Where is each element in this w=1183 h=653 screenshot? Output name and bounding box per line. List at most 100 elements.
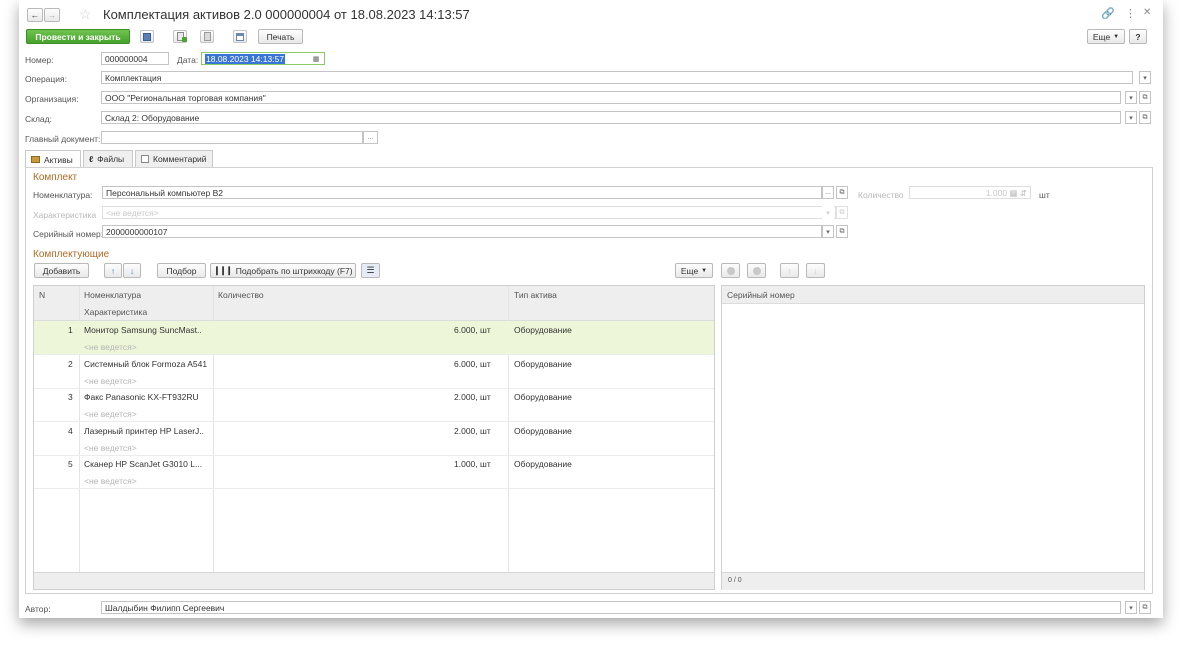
number-label: Номер: [25,55,54,65]
list-icon: ☰ [366,265,375,275]
row-characteristic: <не ведется> [84,342,137,352]
kit-serial-open-button[interactable]: ⧉ [836,225,848,238]
date-field[interactable]: 18.08.2023 14:13:57 [201,52,325,65]
table-row[interactable]: 2 Системный блок Formoza A541 <не ведетс… [34,355,714,389]
unpost-button[interactable] [200,30,214,43]
date-picker-button[interactable]: ▦ [310,52,322,65]
post-and-close-button[interactable]: Провести и закрыть [26,29,130,44]
kit-nomenclature-open-button[interactable]: ⧉ [836,186,848,199]
organization-dropdown-button[interactable]: ▾ [1125,91,1137,104]
col-characteristic-header[interactable]: Характеристика [84,307,147,317]
col-asset-type-header[interactable]: Тип актива [514,290,557,300]
row-characteristic: <не ведется> [84,476,137,486]
components-section-title: Комплектующие [33,249,110,260]
row-asset-type: Оборудование [514,426,572,436]
row-quantity: 2.000, шт [454,426,491,436]
date-value: 18.08.2023 14:13:57 [205,54,285,64]
calendar-icon [236,32,244,41]
comment-icon [141,155,149,163]
author-dropdown-button[interactable]: ▾ [1125,601,1137,614]
warehouse-field[interactable]: Склад 2: Оборудование [101,111,1121,124]
move-up-button[interactable]: ↑ [104,263,122,278]
number-field[interactable]: 000000004 [101,52,169,65]
kit-characteristic-label: Характеристика [33,210,97,220]
kit-serial-field[interactable]: 2000000000107 [102,225,822,238]
row-nomenclature: Факс Panasonic KX-FT932RU [84,392,199,402]
link-icon[interactable]: 🔗 [1101,7,1115,20]
warehouse-open-button[interactable]: ⧉ [1139,111,1151,124]
print-button[interactable]: Печать [258,29,303,44]
list-view-toggle[interactable]: ☰ [361,263,380,278]
arrow-up-icon: ↑ [787,265,792,276]
author-label: Автор: [25,604,51,614]
warehouse-dropdown-button[interactable]: ▾ [1125,111,1137,124]
main-document-field[interactable] [101,131,363,144]
operation-field[interactable]: Комплектация [101,71,1133,84]
row-quantity: 6.000, шт [454,359,491,369]
components-more-button[interactable]: Еще ▼ [675,263,713,278]
window-title: Комплектация активов 2.0 000000004 от 18… [103,7,470,22]
chevron-down-icon: ▾ [826,209,830,217]
row-asset-type: Оборудование [514,359,572,369]
tab-files[interactable]: ℓ Файлы [83,150,133,167]
kit-characteristic-field: <не ведется> [102,206,836,219]
calculator-icon: ▦ [1009,188,1018,198]
col-serial-header[interactable]: Серийный номер [727,290,795,300]
help-button[interactable]: ? [1129,29,1147,44]
move-down-button[interactable]: ↓ [123,263,141,278]
kit-quantity-label: Количество [858,190,904,200]
row-characteristic: <не ведется> [84,443,137,453]
open-link-icon: ⧉ [839,208,845,216]
kit-section-title: Комплект [33,172,78,183]
calendar-button[interactable] [233,30,247,43]
kit-nomenclature-field[interactable]: Персональный компьютер B2 [102,186,822,199]
back-button[interactable]: ← [27,8,43,22]
pick-by-barcode-button[interactable]: ❙❙❙ Подобрать по штрихкоду (F7) [210,263,356,278]
chevron-down-icon: ▾ [1129,94,1133,102]
stepper-icon: ⇵ [1019,188,1027,198]
post-button[interactable] [173,30,187,43]
serials-table[interactable]: Серийный номер 0 / 0 [721,285,1145,590]
organization-field[interactable]: ООО "Региональная торговая компания" [101,91,1121,104]
window-menu-icon[interactable]: ⋮ [1125,7,1136,20]
row-asset-type: Оборудование [514,459,572,469]
tab-assets[interactable]: Активы [25,150,81,168]
more-button[interactable]: Еще ▼ [1087,29,1125,44]
kit-serial-dropdown-button[interactable]: ▾ [822,225,834,238]
save-button[interactable] [140,30,154,43]
open-link-icon: ⧉ [839,188,845,196]
organization-open-button[interactable]: ⧉ [1139,91,1151,104]
components-table-footer [34,572,714,589]
author-field[interactable]: Шалдыбин Филипп Сергеевич [101,601,1121,614]
favorite-star-icon[interactable]: ☆ [79,6,92,23]
table-row[interactable]: 1 Монитор Samsung SuncMast.. <не ведется… [34,321,714,355]
row-nomenclature: Системный блок Formoza A541 [84,359,208,369]
col-n-header[interactable]: N [39,290,45,300]
col-quantity-header[interactable]: Количество [218,290,264,300]
tab-comment[interactable]: Комментарий [135,150,213,167]
kit-characteristic-dropdown-button: ▾ [822,206,834,219]
assets-icon [31,156,40,163]
ellipsis-icon: ... [367,134,374,141]
kit-nomenclature-select-button[interactable]: ... [822,186,834,199]
open-link-icon: ⧉ [839,227,845,235]
col-nomenclature-header[interactable]: Номенклатура [84,290,141,300]
main-document-select-button[interactable]: ... [363,131,378,144]
pick-button[interactable]: Подбор [157,263,206,278]
chevron-down-icon: ▾ [1143,74,1147,82]
author-open-button[interactable]: ⧉ [1139,601,1151,614]
serial-move-up-button: ↑ [780,263,799,278]
tab-files-label: Файлы [97,154,125,164]
forward-button[interactable]: → [44,8,60,22]
tab-assets-label: Активы [44,154,73,165]
operation-dropdown-button[interactable]: ▾ [1139,71,1151,84]
table-row[interactable]: 5 Сканер HP ScanJet G3010 L... <не ведет… [34,455,714,489]
chevron-down-icon: ▼ [701,267,708,274]
tab-comment-label: Комментарий [153,154,207,164]
table-row[interactable]: 4 Лазерный принтер HP LaserJ.. <не ведет… [34,422,714,456]
components-table[interactable]: N Номенклатура Характеристика Количество… [33,285,715,590]
table-row[interactable]: 3 Факс Panasonic KX-FT932RU <не ведется>… [34,388,714,422]
add-component-button[interactable]: Добавить [34,263,89,278]
serials-table-footer [722,572,1144,590]
close-icon[interactable]: ✕ [1143,7,1151,18]
